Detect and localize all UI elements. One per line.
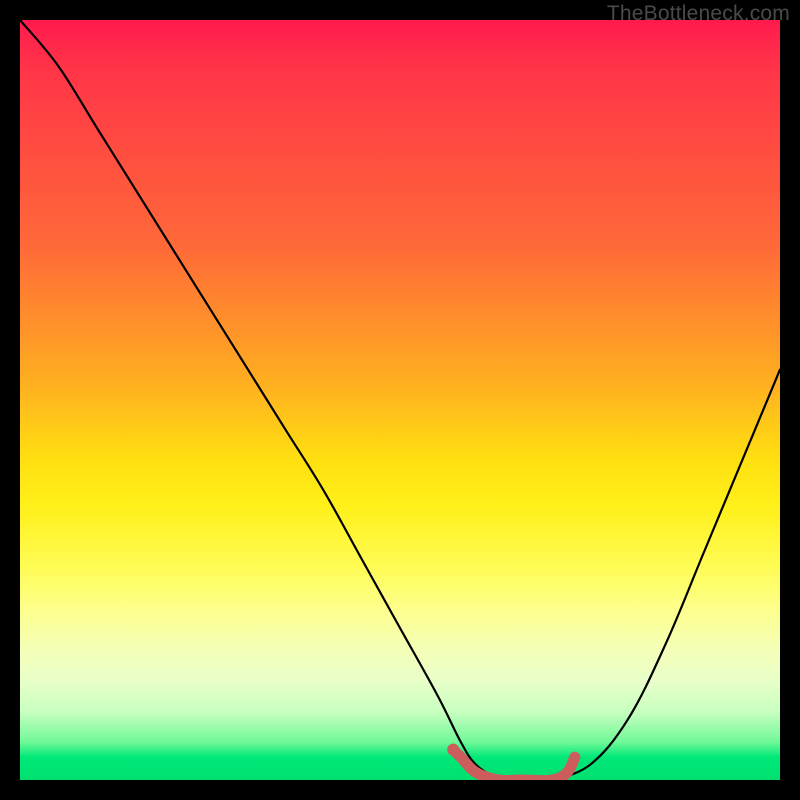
watermark-text: TheBottleneck.com bbox=[607, 2, 790, 26]
optimal-range-marker bbox=[453, 750, 575, 780]
bottleneck-curve-left bbox=[20, 20, 499, 780]
chart-frame: TheBottleneck.com bbox=[0, 0, 800, 800]
optimal-start-dot bbox=[447, 744, 459, 756]
chart-svg bbox=[20, 20, 780, 780]
plot-area bbox=[20, 20, 780, 780]
bottleneck-curve-right bbox=[552, 370, 780, 780]
